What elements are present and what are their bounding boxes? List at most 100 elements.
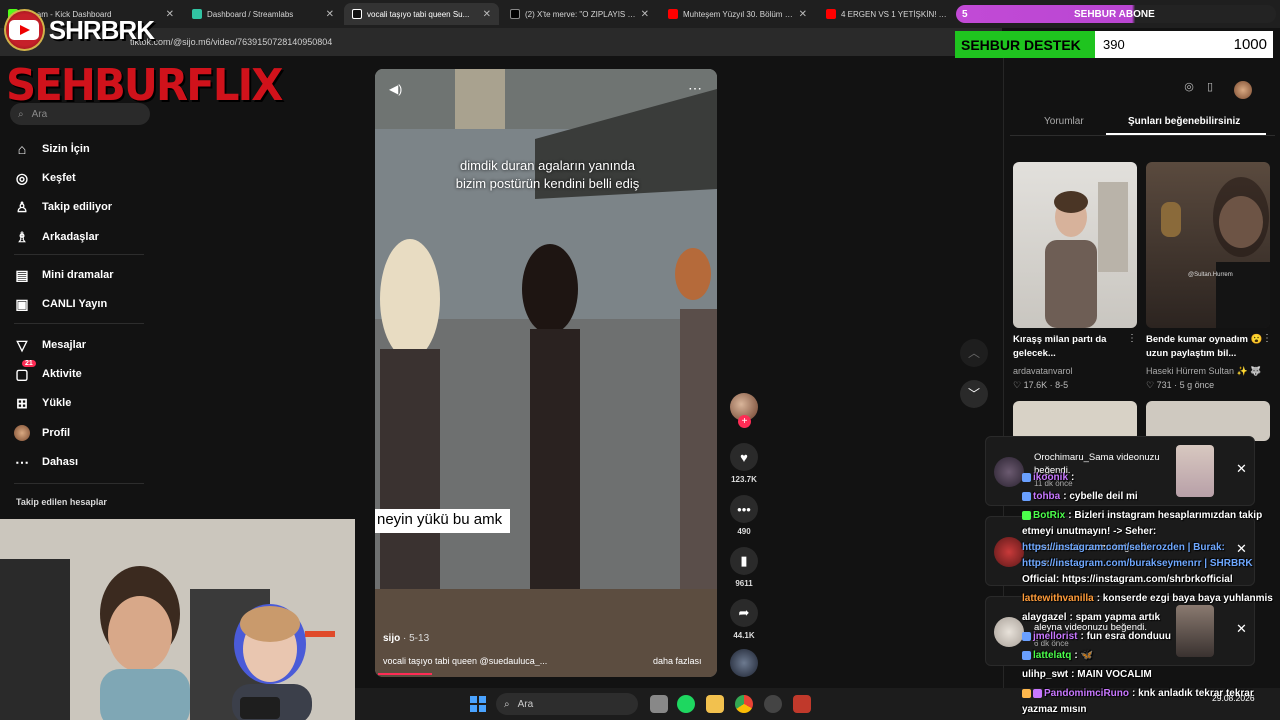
chat-message-link[interactable]: https://instagram.com/seherozden | Burak… bbox=[1022, 542, 1225, 553]
sidebar-divider bbox=[14, 254, 144, 255]
video-thumbnail[interactable] bbox=[1013, 401, 1137, 441]
sidebar-divider bbox=[14, 323, 144, 324]
browser-tab[interactable]: Dashboard / Streamlabs ✕ bbox=[184, 3, 342, 25]
bookmark-icon: ▮ bbox=[730, 547, 758, 575]
sidebar-item-mini-dramas[interactable]: ▤ Mini dramalar bbox=[14, 265, 113, 285]
sidebar-item-friends[interactable]: ♗ Arkadaşlar bbox=[14, 227, 99, 247]
chat-message: etmeyi unutmayın! -> Seher: bbox=[1022, 526, 1157, 537]
youtube-logo-icon bbox=[4, 9, 45, 51]
video-author[interactable]: sijo · 5-13 bbox=[383, 633, 429, 644]
tab-comments[interactable]: Yorumlar bbox=[1044, 116, 1084, 127]
close-tab-icon[interactable]: ✕ bbox=[483, 9, 491, 20]
card-author[interactable]: ardavatanvarol bbox=[1013, 366, 1073, 376]
donation-current: 390 bbox=[1103, 37, 1125, 52]
browser-tab[interactable]: Muhteşem Yüzyıl 30. Bölüm (4K... ✕ bbox=[660, 3, 815, 25]
sidebar-item-profile[interactable]: Profil bbox=[14, 423, 70, 443]
obs-icon[interactable] bbox=[764, 695, 782, 713]
browser-tab[interactable]: 4 ERGEN VS 1 YETİŞKİN! | HANG... bbox=[818, 3, 956, 25]
video-thumbnail[interactable]: @Sultan.Hurrem bbox=[1146, 162, 1270, 328]
chat-message: alaygazel: spam yapma artık bbox=[1022, 612, 1161, 623]
device-icon[interactable]: ▯ bbox=[1196, 80, 1224, 100]
video-thumbnail[interactable] bbox=[1146, 401, 1270, 441]
previous-video-button[interactable]: ︿ bbox=[960, 339, 988, 367]
save-button[interactable]: ▮ 9611 bbox=[729, 547, 759, 588]
url-text[interactable]: tiktok.com/@sijo.m6/video/76391507281409… bbox=[130, 37, 332, 47]
chat-message: lattelatq: 🦋 bbox=[1022, 650, 1093, 661]
chat-message: yazmaz mısın bbox=[1022, 704, 1087, 715]
like-button[interactable]: ♥ 123.7K bbox=[729, 443, 759, 484]
follow-plus-icon[interactable]: + bbox=[738, 415, 751, 428]
share-count: 44.1K bbox=[733, 631, 755, 640]
share-icon: ➦ bbox=[730, 599, 758, 627]
following-icon: ♙ bbox=[15, 198, 29, 215]
friends-icon: ♗ bbox=[15, 228, 29, 245]
search-input[interactable]: ⌕ Ara bbox=[10, 103, 150, 125]
chat-message: ulihp_swt: MAIN VOCALIM bbox=[1022, 669, 1152, 680]
x-favicon-icon bbox=[510, 9, 520, 19]
spotify-icon[interactable] bbox=[677, 695, 695, 713]
user-avatar[interactable] bbox=[1234, 81, 1252, 99]
notification-thumbnail bbox=[1176, 605, 1214, 657]
video-thumbnail[interactable] bbox=[1013, 162, 1137, 328]
card-stats: ♡ 731 · 5 g önce bbox=[1146, 380, 1215, 390]
card-more-icon[interactable]: ⋮ bbox=[1127, 333, 1137, 344]
taskbar-search-input[interactable]: ⌕ Ara bbox=[496, 693, 638, 715]
browser-tab[interactable]: (2) X'te merve: "O ZIPLAYIS NE... ✕ bbox=[502, 3, 657, 25]
donation-goal: 1000 bbox=[1233, 36, 1267, 53]
more-link[interactable]: daha fazlası bbox=[653, 656, 702, 666]
comment-count: 490 bbox=[737, 527, 751, 536]
sidebar-item-following[interactable]: ♙ Takip ediliyor bbox=[14, 197, 112, 217]
sidebar-item-for-you[interactable]: ⌂ Sizin İçin bbox=[14, 139, 90, 159]
music-disc-icon[interactable] bbox=[730, 649, 758, 677]
browser-tab-active[interactable]: vocali taşıyo tabi queen Su... ✕ bbox=[344, 3, 499, 25]
video-progress-bar[interactable] bbox=[378, 673, 432, 675]
active-tab-indicator bbox=[1106, 133, 1266, 135]
chrome-icon[interactable] bbox=[735, 695, 753, 713]
comment-button[interactable]: ••• 490 bbox=[729, 495, 759, 536]
close-tab-icon[interactable]: ✕ bbox=[641, 9, 649, 20]
next-video-button[interactable]: ﹀ bbox=[960, 380, 988, 408]
search-icon: ⌕ bbox=[18, 108, 24, 120]
tab-you-may-like[interactable]: Şunları beğenebilirsiniz bbox=[1128, 116, 1240, 127]
app-icon[interactable] bbox=[793, 695, 811, 713]
heart-icon: ♥ bbox=[730, 443, 758, 471]
comment-icon: ••• bbox=[730, 495, 758, 523]
subscriber-count: 5 bbox=[962, 8, 968, 20]
subscriber-goal-bar: 5 SEHBUR ABONE bbox=[956, 5, 1276, 23]
task-view-icon[interactable] bbox=[650, 695, 668, 713]
notification-thumbnail bbox=[1176, 445, 1214, 497]
sidebar-item-upload[interactable]: ⊞ Yükle bbox=[14, 393, 71, 413]
sidebar-item-activity[interactable]: ▢ 21 Aktivite bbox=[14, 360, 82, 384]
sidebar-item-live[interactable]: ▣ CANLI Yayın bbox=[14, 294, 107, 314]
like-count: 123.7K bbox=[731, 475, 757, 484]
close-tab-icon[interactable]: ✕ bbox=[799, 9, 807, 20]
close-icon[interactable]: ✕ bbox=[1236, 461, 1247, 477]
chat-message: lattewithvanilla: konserde ezgi baya bay… bbox=[1022, 593, 1273, 604]
close-tab-icon[interactable]: ✕ bbox=[326, 9, 334, 20]
sidebar-item-messages[interactable]: ▽ Mesajlar bbox=[14, 335, 86, 355]
more-options-icon[interactable]: ⋯ bbox=[688, 80, 703, 97]
share-button[interactable]: ➦ 44.1K bbox=[729, 599, 759, 640]
followed-accounts-heading: Takip edilen hesaplar bbox=[16, 497, 107, 507]
notification-avatar bbox=[994, 457, 1024, 487]
thumbnail-image bbox=[1045, 182, 1128, 328]
volume-icon[interactable]: ◀) bbox=[389, 82, 402, 96]
sidebar-item-explore[interactable]: ◎ Keşfet bbox=[14, 168, 76, 188]
messages-icon: ▽ bbox=[16, 336, 28, 353]
card-title[interactable]: Bende kumar oynadım 😮 uzun paylaştım bil… bbox=[1146, 333, 1264, 361]
video-subtitle: neyin yükü bu amk bbox=[375, 509, 511, 533]
close-tab-icon[interactable]: ✕ bbox=[166, 9, 174, 20]
card-title[interactable]: Kıraşş milan partı da gelecek... bbox=[1013, 333, 1131, 361]
card-more-icon[interactable]: ⋮ bbox=[1262, 333, 1272, 344]
card-author[interactable]: Haseki Hürrem Sultan ✨ 🐺 bbox=[1146, 366, 1261, 377]
sidebar-item-more[interactable]: ⋯ Dahası bbox=[14, 452, 78, 472]
webcam-image bbox=[0, 519, 355, 720]
close-icon[interactable]: ✕ bbox=[1236, 541, 1247, 557]
file-explorer-icon[interactable] bbox=[706, 695, 724, 713]
chat-message-link[interactable]: https://instagram.com/burakseymenrr | SH… bbox=[1022, 558, 1253, 569]
close-icon[interactable]: ✕ bbox=[1236, 621, 1247, 637]
tiktok-favicon-icon bbox=[352, 9, 362, 19]
stream-logo: SHRBRK bbox=[4, 6, 155, 54]
live-icon: ▣ bbox=[15, 295, 29, 312]
windows-start-icon[interactable] bbox=[470, 696, 486, 712]
